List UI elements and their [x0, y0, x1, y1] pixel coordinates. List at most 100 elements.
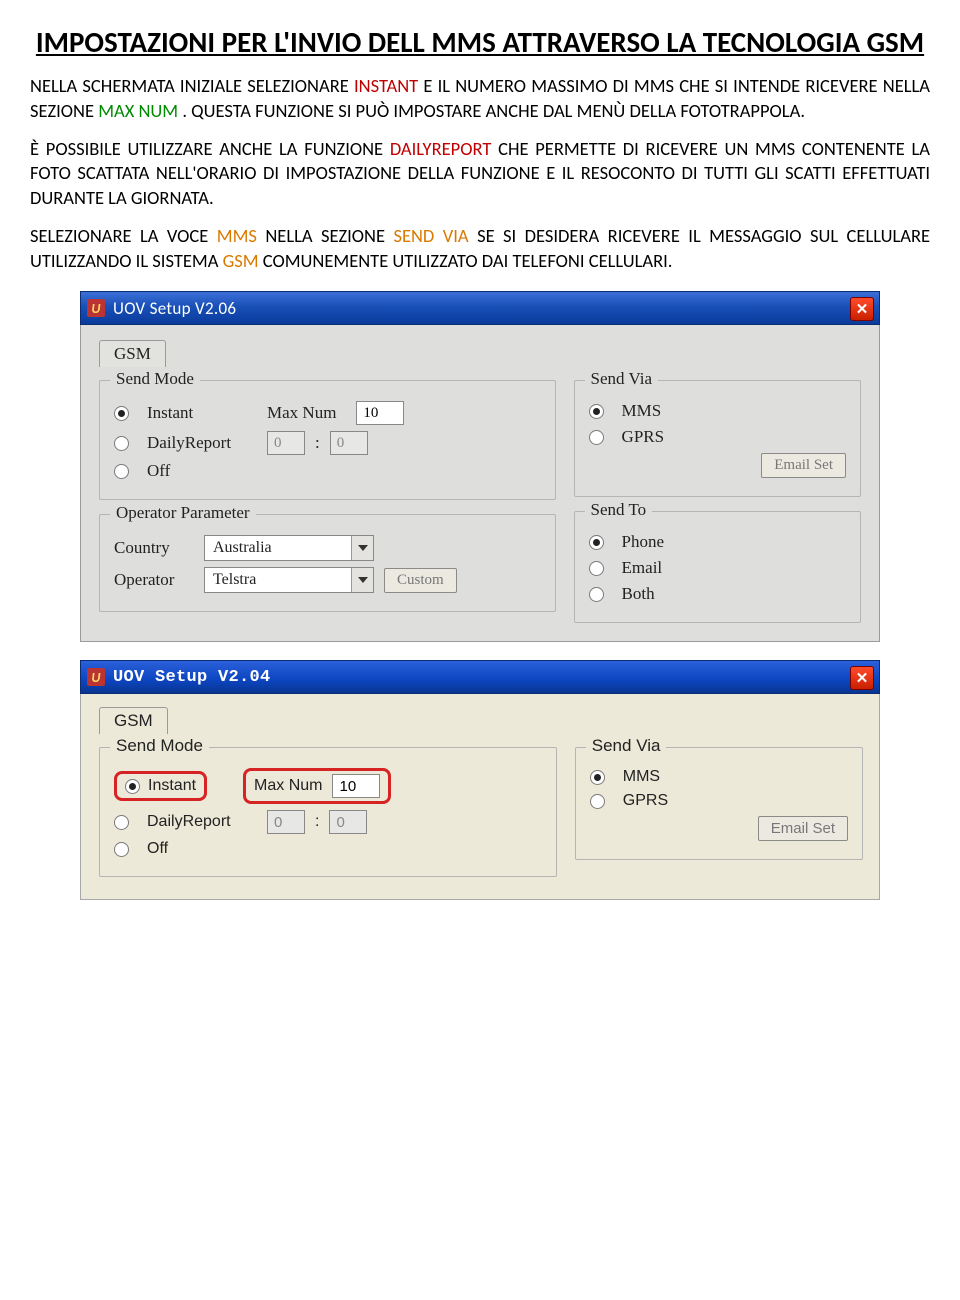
screenshot-uov-setup-204: U UOV Setup V2.04 ✕ GSM Send Mode Instan…	[80, 660, 880, 900]
radio-row-gprs[interactable]: GPRS	[590, 792, 848, 810]
legend-send-to: Send To	[585, 500, 653, 520]
legend-send-via: Send Via	[585, 369, 658, 389]
radio-instant[interactable]	[125, 779, 140, 794]
panel-body: GSM Send Mode Instant Max Num DailyRepor…	[80, 325, 880, 642]
daily-min-input	[330, 431, 368, 455]
radio-row-gprs[interactable]: GPRS	[589, 427, 846, 447]
legend-send-via: Send Via	[586, 736, 667, 756]
radio-phone[interactable]	[589, 535, 604, 550]
group-send-via: Send Via MMS GPRS Email Set	[575, 747, 863, 860]
label-operator: Operator	[114, 570, 194, 590]
label-instant: Instant	[147, 403, 257, 423]
paragraph: SELEZIONARE LA VOCE MMS NELLA SEZIONE SE…	[30, 224, 930, 273]
radio-off[interactable]	[114, 464, 129, 479]
chevron-down-icon	[351, 568, 373, 592]
screenshot-uov-setup-206: U UOV Setup V2.06 ✕ GSM Send Mode Instan…	[80, 291, 880, 642]
maxnum-input[interactable]	[356, 401, 404, 425]
radio-row-off[interactable]: Off	[114, 461, 541, 481]
legend-send-mode: Send Mode	[110, 369, 200, 389]
close-button[interactable]: ✕	[850, 666, 874, 690]
window-title: UOV Setup V2.06	[113, 298, 236, 319]
text: NELLA SEZIONE	[265, 224, 393, 247]
highlight-instant: Instant	[114, 771, 207, 801]
radio-row-instant[interactable]: Instant Max Num	[114, 401, 541, 425]
radio-both[interactable]	[589, 587, 604, 602]
label-instant: Instant	[148, 777, 196, 795]
radio-row-phone[interactable]: Phone	[589, 532, 846, 552]
keyword-mms: MMS	[217, 224, 257, 247]
titlebar: U UOV Setup V2.04 ✕	[80, 660, 880, 694]
keyword-instant: INSTANT	[354, 74, 418, 97]
country-dropdown[interactable]: Australia	[204, 535, 374, 561]
text: NELLA SCHERMATA INIZIALE SELEZIONARE	[30, 74, 354, 97]
panel-body: GSM Send Mode Instant Max Num	[80, 694, 880, 900]
app-logo-icon: U	[87, 299, 105, 317]
paragraph: NELLA SCHERMATA INIZIALE SELEZIONARE INS…	[30, 74, 930, 123]
radio-row-both[interactable]: Both	[589, 584, 846, 604]
chevron-down-icon	[351, 536, 373, 560]
close-icon: ✕	[856, 669, 869, 688]
radio-row-dailyreport[interactable]: DailyReport :	[114, 431, 541, 455]
country-value: Australia	[205, 539, 351, 557]
text: . QUESTA FUNZIONE SI PUÒ IMPOSTARE ANCHE…	[182, 99, 805, 122]
daily-min-input	[329, 810, 367, 834]
group-send-mode: Send Mode Instant Max Num	[99, 747, 557, 877]
radio-row-off[interactable]: Off	[114, 840, 542, 858]
label-both: Both	[622, 584, 655, 604]
label-dailyreport: DailyReport	[147, 433, 257, 453]
tab-gsm[interactable]: GSM	[99, 707, 168, 734]
radio-mms[interactable]	[589, 404, 604, 419]
label-maxnum: Max Num	[267, 403, 336, 423]
time-colon: :	[315, 813, 319, 831]
group-operator-parameter: Operator Parameter Country Australia Ope…	[99, 514, 556, 612]
label-mms: MMS	[622, 401, 662, 421]
radio-gprs[interactable]	[589, 430, 604, 445]
radio-row-email[interactable]: Email	[589, 558, 846, 578]
label-email: Email	[622, 558, 663, 578]
label-country: Country	[114, 538, 194, 558]
group-send-via: Send Via MMS GPRS Email Set	[574, 380, 861, 497]
label-gprs: GPRS	[622, 427, 665, 447]
group-send-to: Send To Phone Email Both	[574, 511, 861, 623]
tab-gsm[interactable]: GSM	[99, 340, 166, 367]
email-set-button[interactable]: Email Set	[761, 453, 846, 478]
legend-operator-parameter: Operator Parameter	[110, 503, 256, 523]
label-dailyreport: DailyReport	[147, 813, 257, 831]
page-title: IMPOSTAZIONI PER L'INVIO DELL MMS ATTRAV…	[30, 24, 930, 60]
label-off: Off	[147, 840, 168, 858]
label-off: Off	[147, 461, 170, 481]
radio-row-mms[interactable]: MMS	[589, 401, 846, 421]
radio-instant[interactable]	[114, 406, 129, 421]
operator-dropdown[interactable]: Telstra	[204, 567, 374, 593]
time-colon: :	[315, 433, 320, 453]
radio-off[interactable]	[114, 842, 129, 857]
radio-mms[interactable]	[590, 770, 605, 785]
text: È POSSIBILE UTILIZZARE ANCHE LA FUNZIONE	[30, 137, 390, 160]
legend-send-mode: Send Mode	[110, 736, 209, 756]
keyword-sendvia: SEND VIA	[393, 224, 468, 247]
close-button[interactable]: ✕	[850, 297, 874, 321]
email-set-button[interactable]: Email Set	[758, 816, 848, 841]
keyword-gsm: GSM	[223, 249, 259, 272]
group-send-mode: Send Mode Instant Max Num DailyReport :	[99, 380, 556, 500]
radio-row-mms[interactable]: MMS	[590, 768, 848, 786]
label-gprs: GPRS	[623, 792, 668, 810]
text: COMUNEMENTE UTILIZZATO DAI TELEFONI CELL…	[263, 249, 673, 272]
keyword-dailyreport: DAILYREPORT	[390, 137, 492, 160]
radio-gprs[interactable]	[590, 794, 605, 809]
label-maxnum: Max Num	[254, 777, 322, 795]
window-title: UOV Setup V2.04	[113, 668, 271, 687]
radio-email[interactable]	[589, 561, 604, 576]
maxnum-input[interactable]	[332, 774, 380, 798]
highlight-maxnum: Max Num	[243, 768, 391, 804]
label-phone: Phone	[622, 532, 665, 552]
radio-row-dailyreport[interactable]: DailyReport :	[114, 810, 542, 834]
keyword-maxnum: MAX NUM	[98, 99, 178, 122]
label-mms: MMS	[623, 768, 660, 786]
daily-hour-input	[267, 431, 305, 455]
close-icon: ✕	[856, 300, 869, 319]
radio-dailyreport[interactable]	[114, 436, 129, 451]
app-logo-icon: U	[87, 668, 105, 686]
radio-dailyreport[interactable]	[114, 815, 129, 830]
custom-button[interactable]: Custom	[384, 568, 457, 593]
